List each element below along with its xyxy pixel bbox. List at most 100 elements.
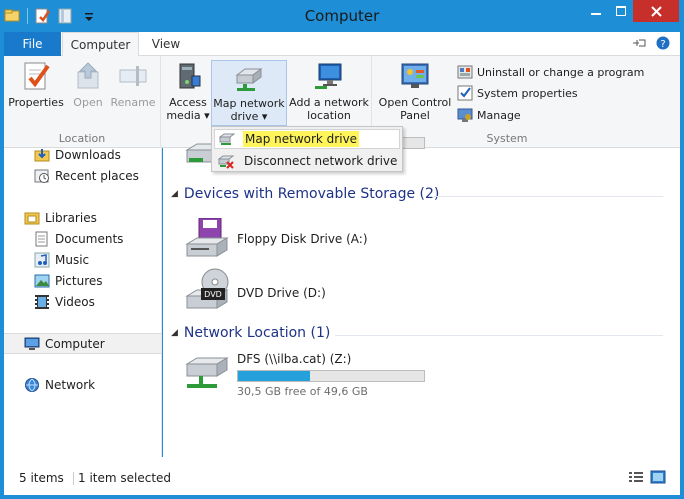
floppy-drive-item[interactable]: Floppy Disk Drive (A:) [183,217,368,262]
open-control-panel-button[interactable]: Open Control Panel [377,60,453,122]
menu-item-disconnect-network-drive[interactable]: Disconnect network drive [214,151,400,171]
title-bar: Computer [0,0,684,32]
map-drive-dropdown-menu: Map network drive Disconnect network dri… [211,126,403,172]
network-drive-icon [183,350,231,394]
rename-label: Rename [110,96,156,109]
pictures-icon [34,273,50,289]
status-item-count: 5 items [19,471,64,485]
network-icon [24,377,40,393]
nav-item-downloads[interactable]: Downloads [34,145,121,165]
nav-item-libraries[interactable]: Libraries [24,208,97,228]
properties-button[interactable]: Properties [8,60,64,109]
location-group-label: Location [58,132,106,145]
large-icons-view-button[interactable] [650,470,666,487]
downloads-icon [34,147,50,163]
details-view-icon [629,472,643,482]
svg-text:?: ? [660,39,665,50]
minimize-ribbon-button[interactable] [632,36,648,50]
tab-view[interactable]: View [141,32,191,56]
open-button[interactable]: Open [68,60,108,109]
nav-item-music[interactable]: Music [34,250,89,270]
rename-button[interactable]: Rename [110,60,156,109]
open-label: Open [73,96,103,109]
add-network-location-icon [313,60,345,92]
status-selection: 1 item selected [78,471,172,485]
dvd-drive-icon: DVD [183,268,231,312]
collapse-chevron-icon: ◢ [171,189,178,199]
dfs-drive-item[interactable]: DFS (\\ilba.cat) (Z:) 30,5 GB free of 49… [183,350,425,398]
computer-icon [24,336,40,352]
group-divider [433,196,663,197]
access-media-label: Access media ▾ [166,96,210,122]
add-network-location-label: Add a network location [289,96,369,122]
map-network-drive-label: Map network drive ▾ [213,97,285,123]
nav-item-videos[interactable]: Videos [34,292,95,312]
map-network-drive-icon [233,61,265,93]
status-separator [73,472,74,485]
window-border-bottom [0,495,684,499]
properties-icon [20,60,52,92]
tab-file[interactable]: File [4,32,61,56]
rename-icon [117,60,149,92]
system-properties-button[interactable]: System properties [457,84,578,102]
ribbon-group-system: Open Control Panel Uninstall or change a … [373,56,644,148]
map-network-drive-button[interactable]: Map network drive ▾ [211,60,287,126]
manage-button[interactable]: Manage [457,106,521,124]
pin-ribbon-icon [633,39,646,47]
nav-item-documents[interactable]: Documents [34,229,123,249]
control-panel-icon [399,60,431,92]
add-network-location-button[interactable]: Add a network location [289,60,369,122]
ribbon-tab-row: File Computer View ? [4,32,680,57]
ribbon-group-location: Properties Open Rename Location [4,56,161,148]
dfs-drive-label: DFS (\\ilba.cat) (Z:) [237,352,352,366]
nav-item-recent-places[interactable]: Recent places [34,166,139,186]
music-icon [34,252,50,268]
large-icons-view-icon [650,470,666,484]
nav-item-pictures[interactable]: Pictures [34,271,103,291]
system-properties-icon [457,85,473,101]
svg-text:DVD: DVD [204,290,222,299]
status-bar: 5 items 1 item selected [4,457,680,495]
uninstall-program-icon [457,64,473,80]
control-panel-label: Open Control Panel [378,96,452,122]
uninstall-program-button[interactable]: Uninstall or change a program [457,63,644,81]
properties-label: Properties [8,96,64,109]
network-location-header[interactable]: ◢ Network Location (1) [171,325,330,341]
dvd-drive-item[interactable]: DVD DVD Drive (D:) [183,268,326,312]
collapse-chevron-icon: ◢ [171,328,178,338]
maximize-button[interactable] [609,0,633,22]
access-media-button[interactable]: Access media ▾ [166,60,210,122]
menu-item-map-network-drive[interactable]: Map network drive [214,129,400,149]
documents-icon [34,231,50,247]
tab-computer[interactable]: Computer [62,32,139,57]
libraries-icon [24,210,40,226]
dfs-usage-bar [237,370,425,382]
details-view-button[interactable] [628,470,644,487]
close-icon [650,5,662,17]
group-divider [335,335,663,336]
manage-icon [457,107,473,123]
videos-icon [34,294,50,310]
close-button[interactable] [633,0,679,22]
nav-item-network[interactable]: Network [24,375,95,395]
minimize-icon [591,13,601,15]
nav-item-computer[interactable]: Computer [4,333,161,354]
content-pane: ◢ Devices with Removable Storage (2) Flo… [163,137,667,457]
navigation-pane: Downloads Recent places Libraries Docume… [4,148,162,457]
floppy-drive-label: Floppy Disk Drive (A:) [237,232,368,246]
access-media-icon [172,60,204,92]
dvd-drive-label: DVD Drive (D:) [237,286,326,300]
dfs-usage-fill [238,371,310,381]
disconnect-drive-icon [217,153,235,169]
dfs-free-space: 30,5 GB free of 49,6 GB [237,385,368,398]
floppy-drive-icon [183,217,231,262]
open-icon [72,60,104,92]
removable-storage-header[interactable]: ◢ Devices with Removable Storage (2) [171,186,439,202]
maximize-icon [616,6,626,16]
recent-places-icon [34,168,50,184]
help-icon: ? [656,36,670,50]
content-scrollbar[interactable] [667,148,680,457]
minimize-button[interactable] [583,0,609,22]
map-drive-icon [218,131,236,147]
help-button[interactable]: ? [656,36,670,50]
